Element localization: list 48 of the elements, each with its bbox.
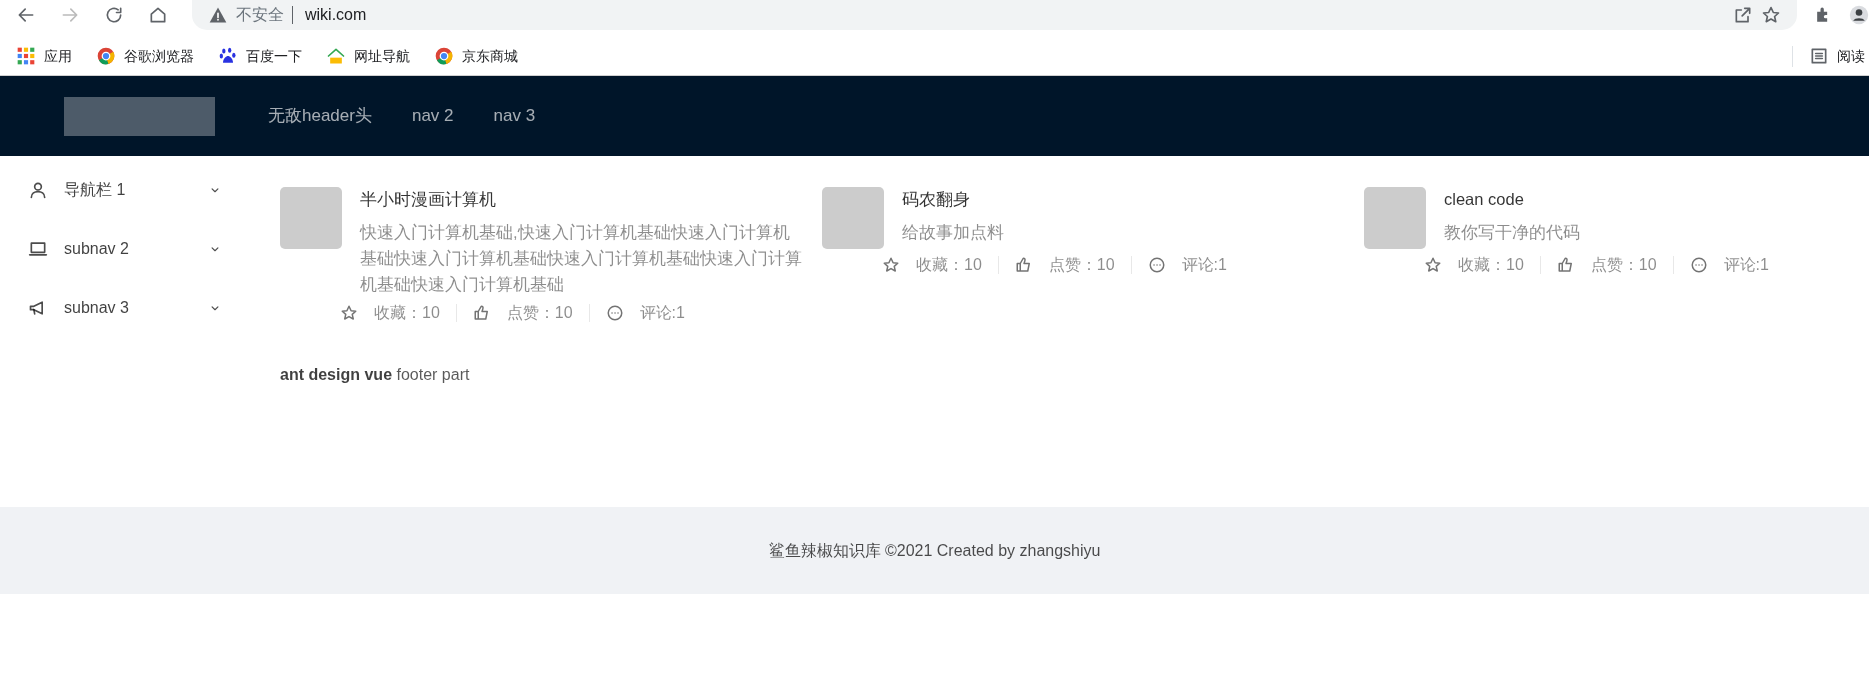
share-icon[interactable] [1733,5,1753,25]
star-icon [340,304,358,323]
apps-grid-icon [16,46,36,66]
article-description: 快速入门计算机基础,快速入门计算机基础快速入门计算机基础快速入门计算机基础快速入门计算机基础快速入门计算机基础快速入门计算机基础 [360,221,803,295]
bookmark-link[interactable]: 谷歌浏览器 [96,45,194,67]
sidebar-item[interactable]: 导航栏 1 [0,160,250,219]
url-text: wiki.com [305,5,367,25]
security-label: 不安全 [236,5,284,25]
bookmark-link[interactable]: 应用 [16,45,72,67]
thumbnail [280,187,342,249]
comment-icon [1689,256,1708,274]
article-title[interactable]: clean code [1444,187,1869,212]
star-icon[interactable] [1761,5,1781,25]
list-icon[interactable] [1809,46,1829,66]
nav-link[interactable]: nav 2 [411,103,454,129]
thumbnail [1364,187,1426,249]
home-icon[interactable] [148,5,168,25]
house-icon [326,46,346,66]
thumbnail [822,187,884,249]
sidebar-item[interactable]: subnav 2 [0,219,250,278]
thumbs-up-icon [1556,256,1575,274]
article-title[interactable]: 码农翻身 [902,187,1348,212]
article-title[interactable]: 半小时漫画计算机 [360,187,806,212]
address-bar[interactable]: 不安全 wiki.com [192,0,1797,30]
reload-icon[interactable] [104,5,124,25]
bookmark-link[interactable]: 网址导航 [326,45,410,67]
reading-list-label[interactable]: 阅读 [1837,45,1865,67]
comment-icon [1147,256,1166,274]
star-icon [882,256,900,274]
bookmark-link[interactable]: 百度一下 [218,45,302,67]
browser-logo-icon [434,46,454,66]
paw-icon [218,46,238,66]
bookmark-link[interactable]: 京东商城 [434,45,518,67]
nav-link[interactable]: nav 3 [493,103,536,129]
nav-link[interactable]: 无敌header头 [268,103,372,129]
footer-note: ant design vue footer part [280,365,471,386]
sidebar-item[interactable]: subnav 3 [0,278,250,337]
thumbs-up-icon [472,304,491,323]
article-description: 给故事加点料 [902,221,1005,243]
thumbs-up-icon [1014,256,1033,274]
comment-icon [605,304,624,323]
article-description: 教你写干净的代码 [1444,221,1581,243]
back-icon[interactable] [16,5,36,25]
footer-text: 鲨鱼辣椒知识库 ©2021 Created by zhangshiyu [768,540,1101,561]
browser-logo-icon [96,46,116,66]
warning-icon [208,5,228,25]
star-icon [1424,256,1442,274]
profile-icon[interactable] [1849,5,1869,25]
